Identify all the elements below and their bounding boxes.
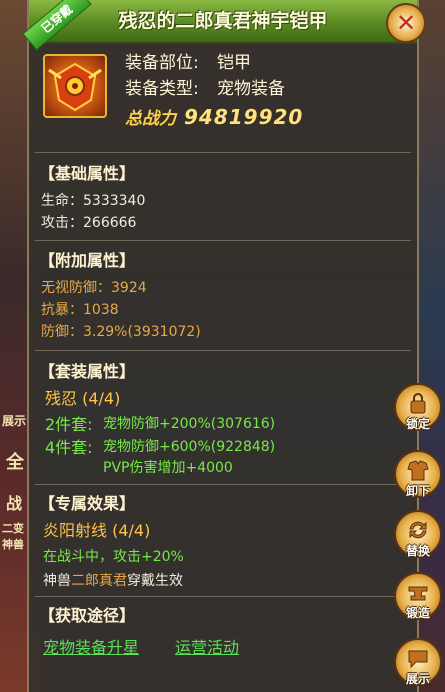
extra-attr-defense: 防御：3.29%(3931072): [41, 324, 201, 340]
unequip-label: 卸下: [405, 484, 430, 498]
combat-power: 总战力 94819920: [125, 104, 303, 130]
set-2pc-value: 宠物防御+200%(307616): [103, 416, 276, 432]
lock-button[interactable]: 锁定: [394, 383, 442, 431]
divider: [35, 596, 411, 597]
base-attr-attack: 攻击：266666: [41, 215, 137, 231]
armor-icon: [43, 54, 107, 118]
exclusive-note-prefix: 神兽: [43, 573, 71, 589]
part-value: 铠甲: [217, 53, 251, 73]
exclusive-note-pet: 二郎真君: [71, 573, 127, 589]
extra-attr-anti-crit: 抗暴：1038: [41, 302, 119, 318]
equipment-detail-panel: 残忍的二郎真君神宇铠甲 已穿戴 装备部位: 铠甲 装备类型: 宠物装备 总战力 948…: [22, 0, 419, 692]
power-label: 总战力: [125, 109, 176, 129]
bg-label-show: 展示: [2, 414, 27, 428]
close-button[interactable]: ✕: [386, 3, 426, 43]
set-4pc-value-pvp: PVP伤害增加+4000: [103, 460, 233, 476]
base-attributes-header: 【基础属性】: [39, 164, 136, 183]
exclusive-effect: 在战斗中，攻击+20%: [43, 549, 184, 565]
divider: [35, 484, 411, 485]
set-name: 残忍 (4/4): [45, 389, 121, 408]
set-2pc-label: 2件套:: [45, 415, 93, 434]
part-label: 装备部位:: [125, 53, 199, 73]
close-icon: ✕: [395, 9, 417, 37]
divider: [35, 152, 411, 153]
exclusive-note: 神兽二郎真君穿戴生效: [43, 570, 183, 590]
power-value: 94819920: [184, 105, 304, 129]
source-link-event[interactable]: 运营活动: [175, 634, 239, 658]
divider: [35, 350, 411, 351]
extra-attr-ignore-def: 无视防御：3924: [41, 280, 147, 296]
extra-attributes-header: 【附加属性】: [39, 251, 136, 270]
replace-button[interactable]: 替换: [394, 510, 442, 558]
armor-emblem-icon: [48, 62, 102, 112]
bg-label-all: 全: [6, 452, 24, 473]
lock-icon: [410, 393, 426, 414]
display-label: 展示: [405, 672, 430, 686]
exclusive-name: 炎阳射线 (4/4): [43, 521, 151, 540]
anvil-icon: [408, 586, 428, 601]
lock-label: 锁定: [405, 417, 430, 431]
swap-arrows-icon: [409, 521, 427, 539]
base-attr-hp: 生命：5333340: [41, 193, 146, 209]
divider: [35, 240, 411, 241]
bg-label-battle: 战: [6, 494, 23, 513]
forge-label: 锻造: [405, 606, 430, 620]
set-4pc-label: 4件套:: [45, 438, 93, 457]
armor-icon: [407, 460, 429, 481]
set-attributes-header: 【套装属性】: [39, 362, 136, 381]
display-button[interactable]: 展示: [394, 638, 442, 686]
replace-label: 替换: [405, 544, 430, 558]
unequip-button[interactable]: 卸下: [394, 450, 442, 498]
source-header: 【获取途径】: [39, 606, 136, 625]
set-4pc-value: 宠物防御+600%(922848): [103, 439, 276, 455]
exclusive-effect-header: 【专属效果】: [39, 494, 136, 513]
exclusive-note-suffix: 穿戴生效: [127, 573, 183, 589]
source-link-star-up[interactable]: 宠物装备升星: [43, 634, 139, 658]
speech-bubble-icon: [408, 650, 428, 669]
item-info: 装备部位: 铠甲 装备类型: 宠物装备: [125, 50, 285, 102]
type-value: 宠物装备: [217, 79, 285, 99]
type-label: 装备类型:: [125, 79, 199, 99]
forge-button[interactable]: 锻造: [394, 572, 442, 620]
